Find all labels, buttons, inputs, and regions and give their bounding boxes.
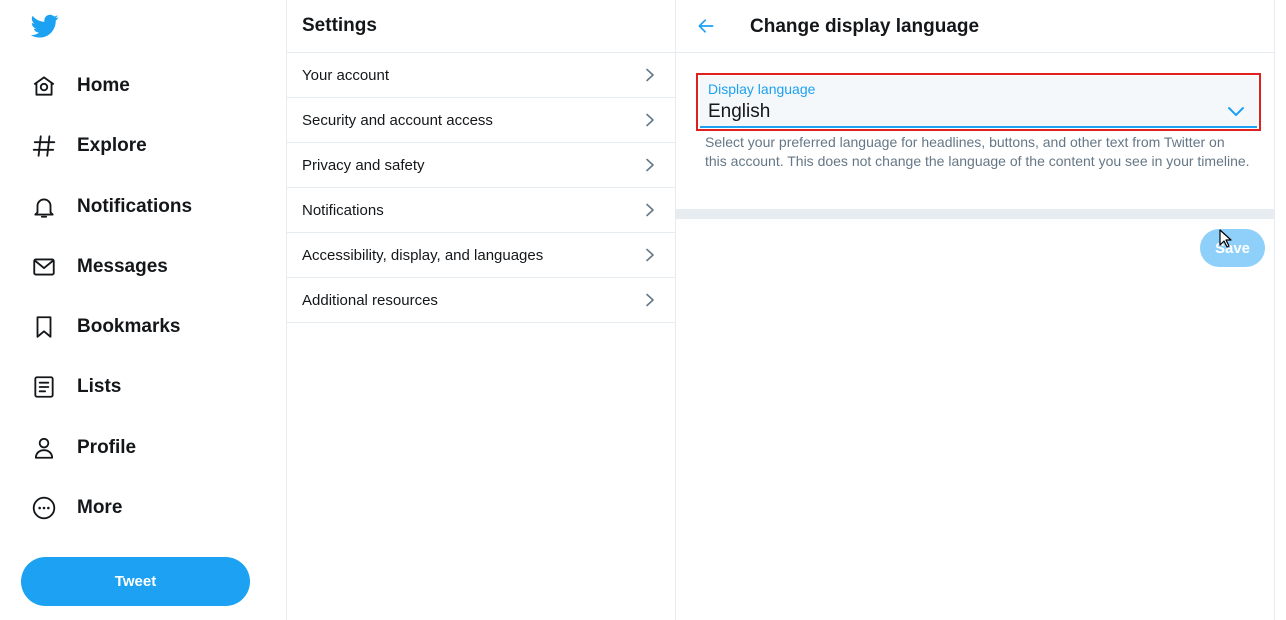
- settings-item-accessibility[interactable]: Accessibility, display, and languages: [287, 233, 675, 278]
- person-icon: [31, 435, 57, 461]
- settings-title: Settings: [302, 15, 377, 36]
- bell-icon: [31, 194, 57, 220]
- settings-item-notifications[interactable]: Notifications: [287, 188, 675, 233]
- settings-item-security[interactable]: Security and account access: [287, 98, 675, 143]
- settings-item-label: Notifications: [302, 201, 384, 219]
- settings-panel: Settings Your account Security and accou…: [286, 0, 676, 620]
- chevron-right-icon: [646, 248, 654, 262]
- envelope-icon: [31, 254, 57, 280]
- help-text: Select your preferred language for headl…: [705, 134, 1250, 169]
- chevron-right-icon: [646, 158, 654, 172]
- display-language-select[interactable]: Display language English: [700, 76, 1257, 128]
- mouse-cursor-icon: [1219, 229, 1232, 248]
- settings-item-additional-resources[interactable]: Additional resources: [287, 278, 675, 323]
- twitter-bird-icon[interactable]: [30, 12, 60, 40]
- settings-header: Settings: [287, 0, 675, 53]
- nav-item-label: Notifications: [77, 196, 193, 217]
- nav-item-label: Messages: [77, 256, 168, 277]
- settings-item-label: Accessibility, display, and languages: [302, 246, 544, 264]
- nav-item-messages[interactable]: Messages: [20, 242, 260, 292]
- nav-item-notifications[interactable]: Notifications: [20, 182, 260, 232]
- back-arrow-icon: [698, 19, 714, 33]
- bookmark-icon: [31, 314, 57, 340]
- nav-item-label: Lists: [77, 376, 122, 397]
- home-icon: [31, 73, 57, 99]
- nav-item-lists[interactable]: Lists: [20, 362, 260, 412]
- primary-nav: Home Explore Notifications Messages Book…: [0, 0, 286, 620]
- settings-item-label: Your account: [302, 66, 390, 84]
- section-divider: [676, 209, 1275, 219]
- chevron-right-icon: [646, 203, 654, 217]
- tweet-button[interactable]: Tweet: [21, 557, 250, 606]
- settings-item-privacy[interactable]: Privacy and safety: [287, 143, 675, 188]
- nav-item-home[interactable]: Home: [20, 61, 260, 111]
- settings-item-label: Security and account access: [302, 111, 493, 129]
- nav-item-label: Explore: [77, 135, 147, 156]
- nav-item-explore[interactable]: Explore: [20, 121, 260, 171]
- nav-item-label: Bookmarks: [77, 316, 181, 337]
- list-icon: [31, 374, 57, 400]
- nav-item-label: Profile: [77, 437, 137, 458]
- chevron-right-icon: [646, 113, 654, 127]
- chevron-right-icon: [646, 293, 654, 307]
- nav-item-bookmarks[interactable]: Bookmarks: [20, 302, 260, 352]
- detail-panel: Change display language Display language…: [676, 0, 1275, 620]
- settings-item-your-account[interactable]: Your account: [287, 53, 675, 98]
- more-circle-icon: [31, 495, 57, 521]
- display-language-label: Display language: [708, 81, 816, 97]
- hashtag-icon: [31, 133, 57, 159]
- back-button[interactable]: [694, 14, 718, 38]
- detail-header: Change display language: [676, 0, 1274, 53]
- nav-item-label: Home: [77, 75, 130, 96]
- page-title: Change display language: [750, 16, 980, 37]
- nav-item-profile[interactable]: Profile: [20, 423, 260, 473]
- highlight-box: Display language English: [696, 73, 1261, 131]
- chevron-down-icon: [1228, 107, 1244, 116]
- nav-item-more[interactable]: More: [20, 483, 260, 533]
- nav-item-label: More: [77, 497, 123, 518]
- display-language-value: English: [708, 101, 771, 122]
- settings-item-label: Additional resources: [302, 291, 438, 309]
- settings-item-label: Privacy and safety: [302, 156, 425, 174]
- chevron-right-icon: [646, 68, 654, 82]
